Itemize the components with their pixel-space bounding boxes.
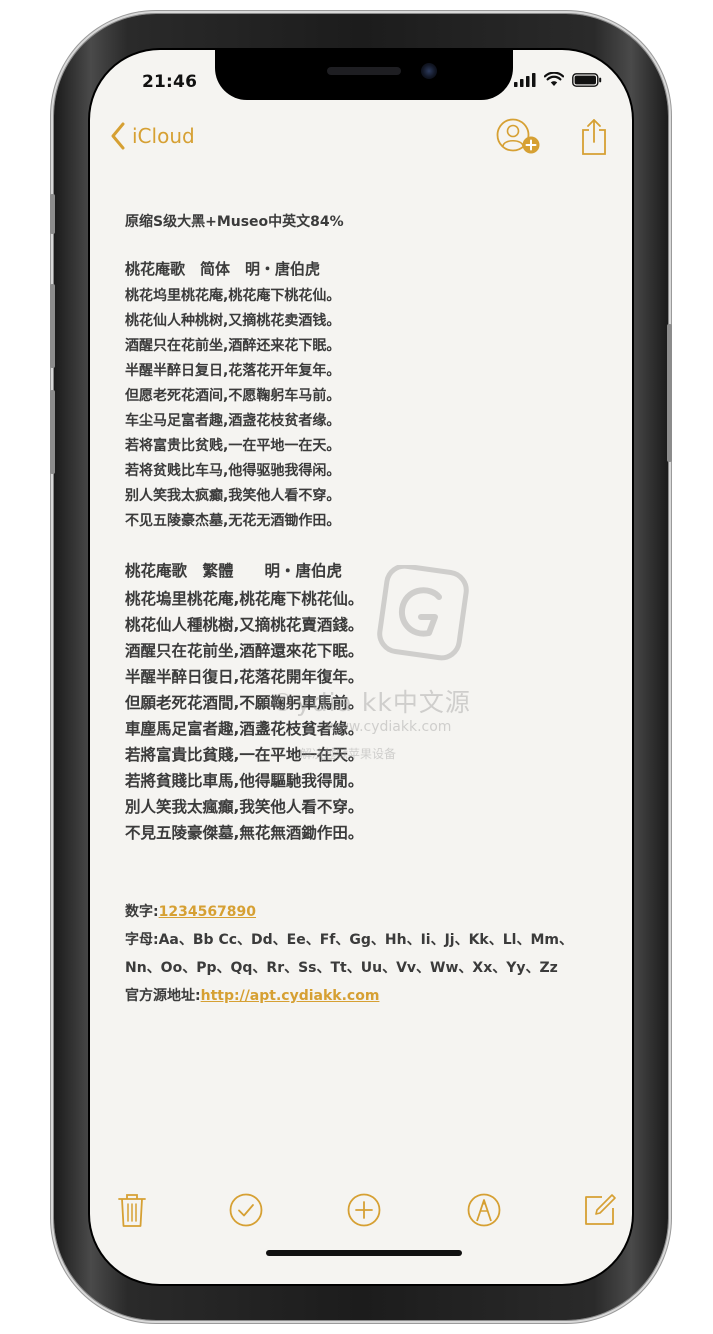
poem-line: 不见五陵豪杰墓,无花无酒锄作田。 (125, 513, 341, 529)
home-indicator[interactable] (266, 1250, 462, 1256)
add-button[interactable] (344, 1190, 384, 1230)
letters-row-2: Nn、Oo、Pp、Qq、Rr、Ss、Tt、Uu、Vv、Ww、Xx、Yy、Zz (125, 960, 558, 976)
status-time: 21:46 (142, 72, 198, 92)
power-button (667, 324, 672, 462)
letters-row-1: 字母:Aa、Bb Cc、Dd、Ee、Ff、Gg、Hh、Ii、Jj、Kk、Ll、M… (125, 932, 573, 948)
status-icons (514, 72, 602, 87)
add-people-button[interactable] (496, 118, 542, 160)
poem-line: 若將貧賤比車馬,他得驅馳我得閒。 (125, 772, 364, 790)
poem-line: 若将富贵比贫贱,一在平地一在天。 (125, 438, 341, 454)
earpiece-speaker (327, 67, 401, 75)
poem-line: 但愿老死花酒间,不愿鞠躬车马前。 (125, 388, 341, 404)
share-icon (582, 119, 606, 155)
poem-line: 半醒半醉日復日,花落花開年復年。 (125, 668, 364, 686)
font-info: 数字:1234567890 字母:Aa、Bb Cc、Dd、Ee、Ff、Gg、Hh… (125, 898, 605, 1010)
mute-switch (50, 194, 55, 234)
back-button[interactable]: iCloud (110, 122, 195, 150)
delete-button[interactable] (112, 1190, 152, 1230)
signal-icon (514, 72, 536, 87)
volume-down-button (50, 390, 55, 474)
checklist-icon (229, 1193, 263, 1227)
compose-button[interactable] (580, 1190, 620, 1230)
volume-up-button (50, 284, 55, 368)
digits-row: 数字:1234567890 (125, 898, 605, 926)
poem-line: 酒醒只在花前坐,酒醉還來花下眠。 (125, 642, 364, 660)
share-button[interactable] (580, 118, 608, 160)
source-url-link[interactable]: http://apt.cydiakk.com (201, 988, 380, 1004)
poem-line: 若将贫贱比车马,他得驱驰我得闲。 (125, 463, 341, 479)
front-camera (421, 63, 437, 79)
poem-line: 若將富貴比貧賤,一在平地一在天。 (125, 746, 364, 764)
poem-line: 别人笑我太疯癫,我笑他人看不穿。 (125, 488, 341, 504)
trash-icon (118, 1194, 146, 1227)
digits-link[interactable]: 1234567890 (159, 904, 256, 920)
poem-line: 車塵馬足富者趣,酒盞花枝貧者緣。 (125, 720, 364, 738)
back-label: iCloud (132, 124, 195, 148)
poem-heading: 桃花庵歌 繁體 明・唐伯虎 (125, 562, 343, 580)
bottom-toolbar (90, 1190, 632, 1234)
nav-actions (496, 118, 608, 160)
poem-line: 不見五陵豪傑墓,無花無酒鋤作田。 (125, 824, 364, 842)
note-content[interactable]: 原缩S级大黑+Museo中英文84% 桃花庵歌 简体 明・唐伯虎 桃花坞里桃花庵… (125, 210, 605, 1010)
poem-line: 车尘马足富者趣,酒盏花枝贫者缘。 (125, 413, 341, 429)
note-title: 原缩S级大黑+Museo中英文84% (125, 214, 344, 230)
poem-line: 半醒半醉日复日,花落花开年复年。 (125, 363, 341, 379)
poem-line: 酒醒只在花前坐,酒醉还来花下眠。 (125, 338, 341, 354)
source-row: 官方源地址:http://apt.cydiakk.com (125, 982, 605, 1010)
markup-icon (467, 1193, 501, 1227)
battery-icon (572, 72, 602, 87)
markup-button[interactable] (464, 1190, 504, 1230)
wifi-icon (544, 72, 564, 86)
poem-line: 桃花坞里桃花庵,桃花庵下桃花仙。 (125, 288, 341, 304)
notch (215, 50, 513, 100)
checklist-button[interactable] (226, 1190, 266, 1230)
digits-label: 数字: (125, 904, 159, 920)
phone-frame: 21:46 iCloud 原缩S级大黑+Museo中英文84% 桃花庵歌 简体 … (50, 14, 672, 1320)
poem-line: 桃花仙人种桃树,又摘桃花卖酒钱。 (125, 313, 341, 329)
poem-simplified: 桃花庵歌 简体 明・唐伯虎 桃花坞里桃花庵,桃花庵下桃花仙。 桃花仙人种桃树,又… (125, 254, 605, 534)
screen: 21:46 iCloud 原缩S级大黑+Museo中英文84% 桃花庵歌 简体 … (90, 50, 632, 1284)
add-icon (347, 1193, 381, 1227)
poem-line: 但願老死花酒間,不願鞠躬車馬前。 (125, 694, 364, 712)
poem-line: 桃花塢里桃花庵,桃花庵下桃花仙。 (125, 590, 364, 608)
poem-traditional: 桃花庵歌 繁體 明・唐伯虎 桃花塢里桃花庵,桃花庵下桃花仙。 桃花仙人種桃樹,又… (125, 556, 605, 846)
add-people-icon (496, 118, 540, 154)
chevron-left-icon (111, 122, 125, 150)
poem-line: 別人笑我太瘋癲,我笑他人看不穿。 (125, 798, 364, 816)
source-label: 官方源地址: (125, 988, 201, 1004)
poem-line: 桃花仙人種桃樹,又摘桃花賣酒錢。 (125, 616, 364, 634)
compose-icon (585, 1194, 616, 1225)
poem-heading: 桃花庵歌 简体 明・唐伯虎 (125, 260, 321, 278)
